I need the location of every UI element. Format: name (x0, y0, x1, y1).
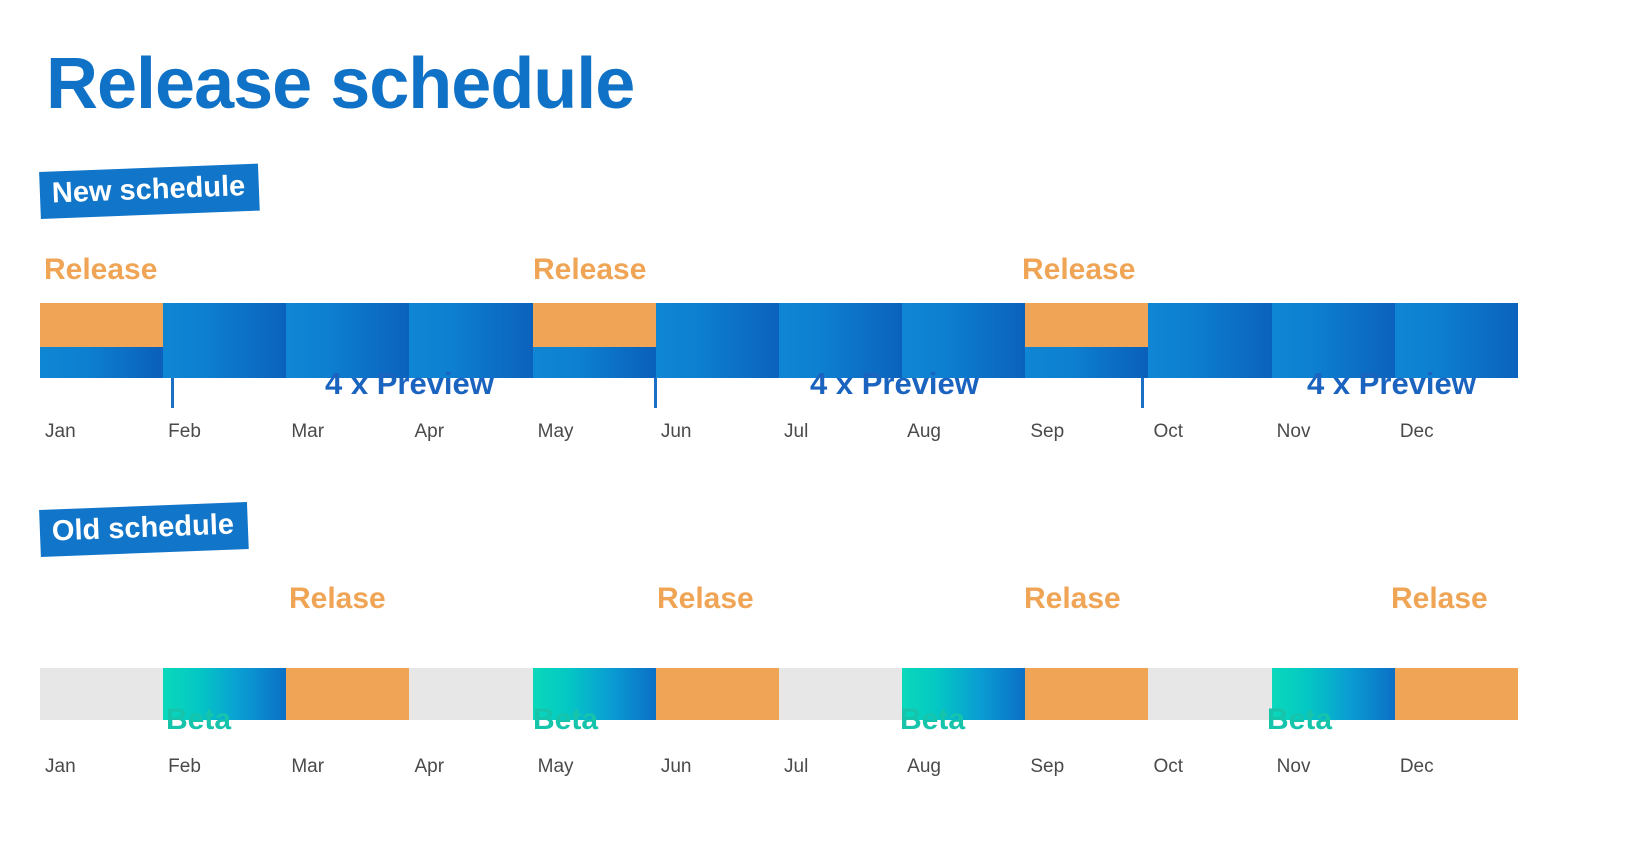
old-beta-label-1: Beta (166, 703, 232, 736)
old-month-label-dec: Dec (1399, 756, 1434, 777)
new-schedule-timeline (40, 303, 1518, 378)
old-segment-mar (286, 668, 410, 720)
new-month-label-feb: Feb (168, 421, 201, 442)
new-preview-label-1: 4 x Preview (325, 366, 494, 401)
old-segment-jul (778, 668, 903, 720)
old-month-label-apr: Apr (414, 756, 445, 777)
new-segment-jun (655, 303, 779, 378)
new-month-label-nov: Nov (1276, 421, 1311, 442)
new-month-label-aug: Aug (907, 421, 941, 442)
new-tick-feb (171, 378, 174, 408)
new-release-block (1025, 303, 1149, 347)
new-schedule-badge: New schedule (39, 163, 261, 219)
old-month-label-jul: Jul (784, 756, 809, 777)
old-month-label-mar: Mar (291, 756, 325, 777)
new-schedule-track (40, 303, 1518, 378)
old-schedule-badge: Old schedule (39, 502, 249, 557)
old-release-label-4: Relase (1391, 582, 1488, 615)
old-month-label-aug: Aug (907, 756, 941, 777)
new-release-underbar (532, 347, 656, 378)
new-month-label-sep: Sep (1030, 421, 1065, 442)
new-release-underbar (40, 347, 164, 378)
new-preview-label-3: 4 x Preview (1307, 366, 1476, 401)
old-schedule-month-axis: Jan Feb Mar Apr May Jun Jul Aug Sep Oct Nov Dec (40, 755, 1518, 779)
new-tick-jun (654, 378, 657, 408)
old-beta-label-3: Beta (900, 703, 966, 736)
new-segment-sep (1025, 303, 1149, 378)
old-segment-apr (409, 668, 533, 720)
old-segment-dec (1394, 668, 1518, 720)
new-month-label-jul: Jul (784, 421, 809, 442)
old-segment-oct (1148, 668, 1272, 720)
slide-canvas: Release schedule New schedule Release Re… (0, 0, 1638, 860)
new-release-label-1: Release (44, 253, 158, 286)
old-month-label-nov: Nov (1276, 756, 1311, 777)
old-release-label-2: Relase (657, 582, 754, 615)
old-beta-label-2: Beta (533, 703, 599, 736)
new-month-label-may: May (537, 421, 574, 442)
old-release-label-3: Relase (1024, 582, 1121, 615)
new-segment-may (532, 303, 656, 378)
page-title: Release schedule (46, 44, 635, 124)
new-release-block (532, 303, 656, 347)
new-release-label-2: Release (533, 253, 647, 286)
new-month-label-jan: Jan (45, 421, 76, 442)
old-month-label-may: May (537, 756, 574, 777)
old-month-label-jan: Jan (45, 756, 76, 777)
new-release-block (40, 303, 164, 347)
old-beta-label-4: Beta (1267, 703, 1333, 736)
new-segment-feb (163, 303, 287, 378)
old-month-label-sep: Sep (1030, 756, 1065, 777)
new-release-underbar (1025, 347, 1149, 378)
new-month-label-apr: Apr (414, 421, 445, 442)
new-month-label-mar: Mar (291, 421, 325, 442)
new-month-label-dec: Dec (1399, 421, 1434, 442)
new-month-label-jun: Jun (660, 421, 692, 442)
new-tick-oct (1141, 378, 1144, 408)
new-schedule-month-axis: Jan Feb Mar Apr May Jun Jul Aug Sep Oct Nov Dec (40, 420, 1518, 444)
old-segment-sep (1025, 668, 1149, 720)
old-release-label-1: Relase (289, 582, 386, 615)
new-segment-oct (1148, 303, 1272, 378)
old-segment-jan (40, 668, 164, 720)
new-segment-jan (40, 303, 164, 378)
new-month-label-oct: Oct (1153, 421, 1184, 442)
old-month-label-jun: Jun (660, 756, 692, 777)
old-segment-jun (655, 668, 779, 720)
new-preview-label-2: 4 x Preview (810, 366, 979, 401)
old-month-label-feb: Feb (168, 756, 201, 777)
new-release-label-3: Release (1022, 253, 1136, 286)
old-month-label-oct: Oct (1153, 756, 1184, 777)
